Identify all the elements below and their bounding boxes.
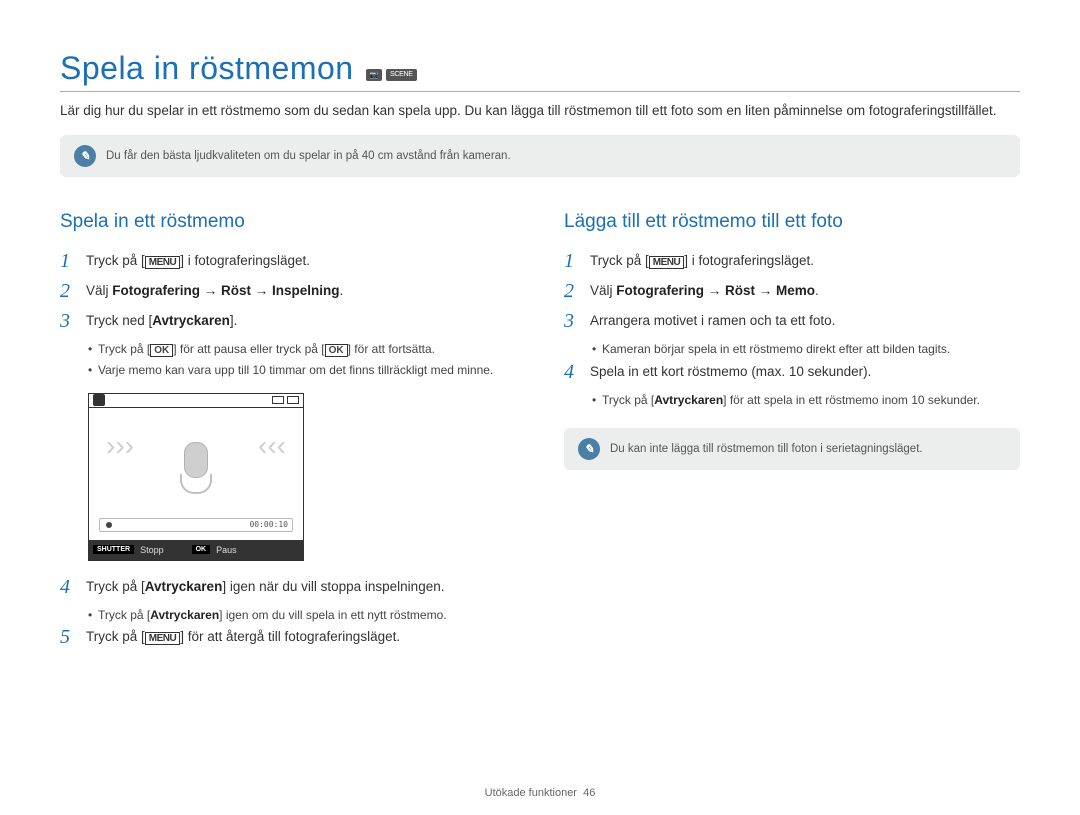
camera-screen-footer: SHUTTER Stopp OK Paus — [89, 540, 303, 560]
step-number: 1 — [564, 251, 582, 271]
step-body: Arrangera motivet i ramen och ta ett fot… — [590, 311, 835, 331]
step-body: Välj Fotografering → Röst → Memo. — [590, 281, 819, 301]
step-number: 4 — [564, 362, 582, 382]
tip-note-top: ✎ Du får den bästa ljudkvaliteten om du … — [60, 135, 1020, 177]
left-column: Spela in ett röstmemo 1 Tryck på [MENU] … — [60, 211, 516, 658]
step-body: Tryck på [MENU] i fotograferingsläget. — [86, 251, 310, 271]
footer-section: Utökade funktioner — [485, 787, 577, 799]
stop-label: Stopp — [140, 545, 164, 555]
step-number: 2 — [60, 281, 78, 301]
bullet: Kameran börjar spela in ett röstmemo dir… — [592, 341, 1020, 358]
step-number: 2 — [564, 281, 582, 301]
step-number: 3 — [564, 311, 582, 331]
bullet: Varje memo kan vara upp till 10 timmar o… — [88, 362, 516, 379]
ok-key: OK — [325, 344, 348, 357]
ok-label: OK — [192, 545, 211, 554]
step-2: 2 Välj Fotografering → Röst → Memo. — [564, 281, 1020, 301]
note-text: Du får den bästa ljudkvaliteten om du sp… — [106, 150, 511, 162]
note-icon: ✎ — [578, 438, 600, 460]
step-4: 4 Tryck på [Avtryckaren] igen när du vil… — [60, 577, 516, 597]
note-text: Du kan inte lägga till röstmemon till fo… — [610, 443, 923, 455]
step-body: Spela in ett kort röstmemo (max. 10 seku… — [590, 362, 871, 382]
step-3: 3 Tryck ned [Avtryckaren]. — [60, 311, 516, 331]
elapsed-time: 00:00:10 — [249, 520, 288, 529]
step-number: 1 — [60, 251, 78, 271]
camera-screen-illustration: ›››‹‹‹ 00:00:10 SHUTTER Stopp OK Paus — [88, 393, 304, 561]
bullet: Tryck på [Avtryckaren] för att spela in … — [592, 392, 1020, 409]
bullet: Tryck på [Avtryckaren] igen om du vill s… — [88, 607, 516, 624]
step-2: 2 Välj Fotografering → Röst → Inspelning… — [60, 281, 516, 301]
step-number: 4 — [60, 577, 78, 597]
battery-icons — [272, 396, 299, 404]
step-body: Tryck på [Avtryckaren] igen när du vill … — [86, 577, 444, 597]
section-heading-left: Spela in ett röstmemo — [60, 211, 516, 233]
menu-key: MENU — [649, 256, 684, 269]
step-3: 3 Arrangera motivet i ramen och ta ett f… — [564, 311, 1020, 331]
section-heading-right: Lägga till ett röstmemo till ett foto — [564, 211, 1020, 233]
step-3-bullets: Tryck på [OK] för att pausa eller tryck … — [88, 341, 516, 379]
step-4: 4 Spela in ett kort röstmemo (max. 10 se… — [564, 362, 1020, 382]
ok-key: OK — [150, 344, 173, 357]
tip-note-right: ✎ Du kan inte lägga till röstmemon till … — [564, 428, 1020, 470]
step-number: 3 — [60, 311, 78, 331]
step-body: Tryck ned [Avtryckaren]. — [86, 311, 237, 331]
right-column: Lägga till ett röstmemo till ett foto 1 … — [564, 211, 1020, 658]
footer-page-number: 46 — [583, 787, 595, 799]
shutter-label: SHUTTER — [93, 545, 134, 554]
microphone-icon — [176, 442, 216, 502]
recording-progress-bar: 00:00:10 — [99, 518, 293, 532]
step-body: Tryck på [MENU] i fotograferingsläget. — [590, 251, 814, 271]
step-3-bullets: Kameran börjar spela in ett röstmemo dir… — [592, 341, 1020, 358]
step-1: 1 Tryck på [MENU] i fotograferingsläget. — [60, 251, 516, 271]
menu-key: MENU — [145, 256, 180, 269]
mic-small-icon — [93, 394, 105, 406]
bullet: Tryck på [OK] för att pausa eller tryck … — [88, 341, 516, 358]
intro-text: Lär dig hur du spelar in ett röstmemo so… — [60, 102, 1020, 121]
step-5: 5 Tryck på [MENU] för att återgå till fo… — [60, 627, 516, 647]
page-footer: Utökade funktioner 46 — [0, 787, 1080, 799]
pause-label: Paus — [216, 545, 237, 555]
step-body: Tryck på [MENU] för att återgå till foto… — [86, 627, 400, 647]
page-title: Spela in röstmemon — [60, 50, 354, 87]
step-4-bullets: Tryck på [Avtryckaren] för att spela in … — [592, 392, 1020, 409]
step-1: 1 Tryck på [MENU] i fotograferingsläget. — [564, 251, 1020, 271]
step-number: 5 — [60, 627, 78, 647]
step-4-bullets: Tryck på [Avtryckaren] igen om du vill s… — [88, 607, 516, 624]
scene-mode-icon: SCENE — [386, 69, 417, 81]
note-icon: ✎ — [74, 145, 96, 167]
step-body: Välj Fotografering → Röst → Inspelning. — [86, 281, 343, 301]
mode-icons: 📷 SCENE — [366, 69, 417, 81]
camera-mode-icon: 📷 — [366, 69, 382, 81]
menu-key: MENU — [145, 632, 180, 645]
